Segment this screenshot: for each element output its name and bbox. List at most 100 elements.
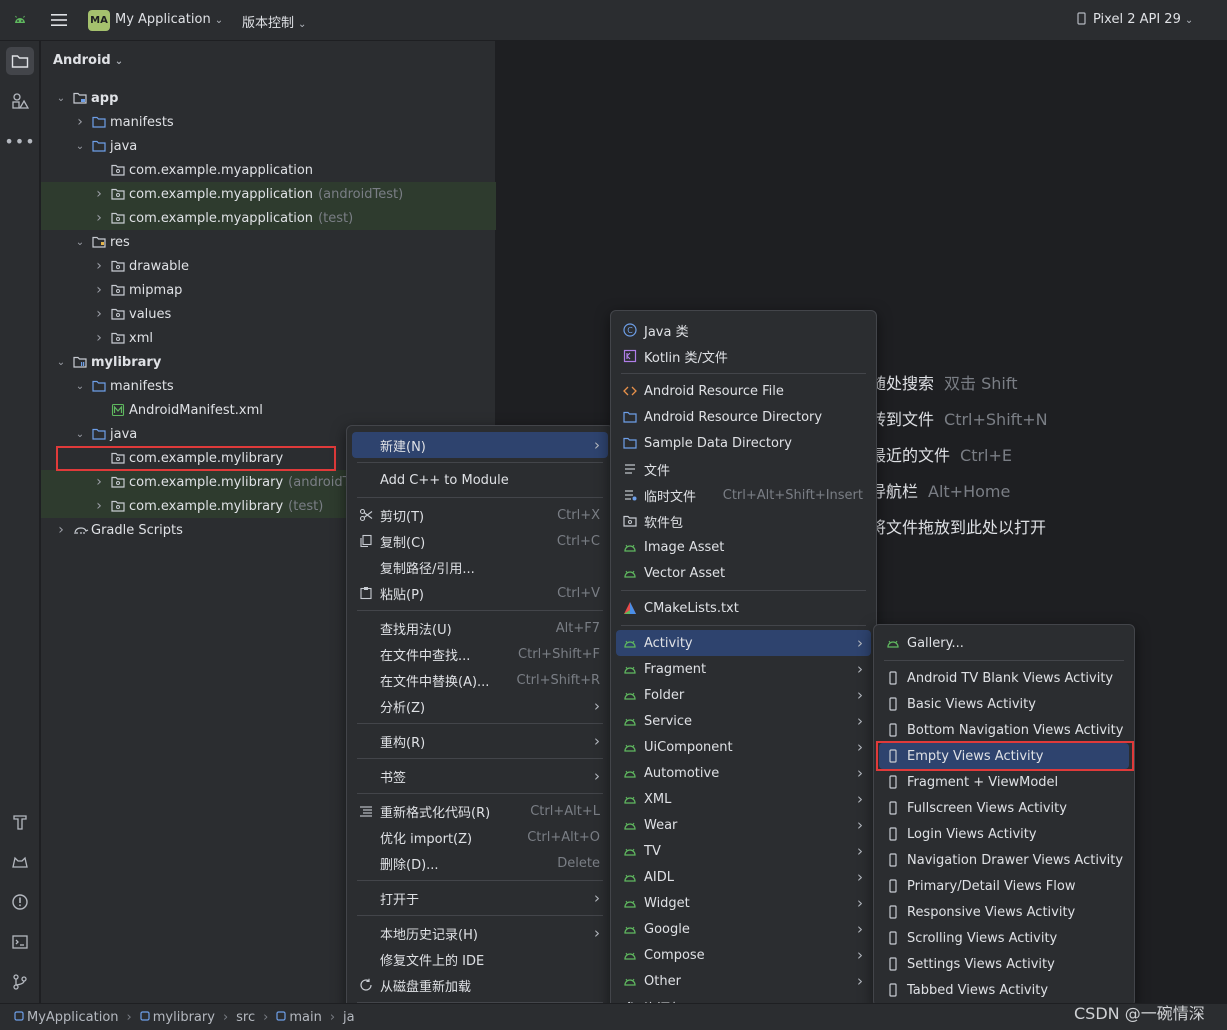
menu-item[interactable]: Add C++ to Module [352,467,608,493]
menu-item[interactable]: Sample Data Directory [616,430,871,456]
chevron-right-icon[interactable]: › [93,258,105,274]
chevron-right-icon[interactable]: › [93,282,105,298]
tree-item[interactable]: ⌄ mylibrary [41,350,496,374]
terminal-tool-button[interactable] [6,928,34,956]
chevron-down-icon[interactable]: ⌄ [74,141,86,152]
menu-item[interactable]: 书签 › [352,763,608,789]
tree-item[interactable]: ⌄ java [41,134,496,158]
tree-item[interactable]: › drawable [41,254,496,278]
menu-item[interactable]: Settings Views Activity [879,951,1129,977]
tree-item[interactable]: ⌄ res [41,230,496,254]
menu-item[interactable]: Fullscreen Views Activity [879,795,1129,821]
chevron-down-icon[interactable]: ⌄ [55,93,67,104]
tree-item[interactable]: ⌄ manifests [41,374,496,398]
menu-item[interactable]: Compose › [616,942,871,968]
menu-item[interactable]: UiComponent › [616,734,871,760]
menu-item[interactable]: CMakeLists.txt [616,595,871,621]
chevron-right-icon[interactable]: › [93,474,105,490]
tree-item[interactable]: › xml [41,326,496,350]
tree-item[interactable]: › com.example.myapplication (androidTest) [41,182,496,206]
menu-item[interactable]: Other › [616,968,871,994]
menu-item[interactable]: 复制路径/引用... [352,554,608,580]
menu-item[interactable]: Gallery... [879,630,1129,656]
menu-item[interactable]: Scrolling Views Activity [879,925,1129,951]
menu-item[interactable]: Activity › [616,630,871,656]
menu-item[interactable]: 在文件中替换(A)... Ctrl+Shift+R [352,667,608,693]
menu-item[interactable]: Vector Asset [616,560,871,586]
problems-tool-button[interactable] [6,888,34,916]
menu-item[interactable]: 修复文件上的 IDE [352,946,608,972]
menu-item[interactable]: Image Asset [616,534,871,560]
menu-item[interactable]: Android Resource File [616,378,871,404]
menu-item[interactable]: 本地历史记录(H) › [352,920,608,946]
git-tool-button[interactable] [6,968,34,996]
menu-item[interactable]: Fragment + ViewModel [879,769,1129,795]
menu-item[interactable]: 在文件中查找... Ctrl+Shift+F [352,641,608,667]
chevron-right-icon[interactable]: › [93,186,105,202]
tree-item[interactable]: com.example.myapplication [41,158,496,182]
tree-item[interactable]: › com.example.myapplication (test) [41,206,496,230]
menu-item[interactable]: 从磁盘重新加载 [352,972,608,998]
menu-item[interactable]: Basic Views Activity [879,691,1129,717]
menu-item[interactable]: 优化 import(Z) Ctrl+Alt+O [352,824,608,850]
tree-item[interactable]: › mipmap [41,278,496,302]
menu-item[interactable]: Bottom Navigation Views Activity [879,717,1129,743]
menu-item[interactable]: 删除(D)... Delete [352,850,608,876]
menu-item[interactable]: 新建(N) › [352,432,608,458]
menu-item[interactable]: 文件 [616,456,871,482]
breadcrumb-item[interactable]: mylibrary [153,1010,215,1025]
menu-item[interactable]: Wear › [616,812,871,838]
menu-item[interactable]: 重构(R) › [352,728,608,754]
menu-item[interactable]: 临时文件 Ctrl+Alt+Shift+Insert [616,482,871,508]
build-tool-button[interactable] [6,808,34,836]
breadcrumb-item[interactable]: MyApplication [27,1010,119,1025]
chevron-right-icon[interactable]: › [93,306,105,322]
chevron-right-icon[interactable]: › [55,522,67,538]
menu-item[interactable]: C Java 类 [616,317,871,343]
menu-item[interactable]: Android TV Blank Views Activity [879,665,1129,691]
menu-item[interactable]: 粘贴(P) Ctrl+V [352,580,608,606]
breadcrumb-item[interactable]: src [236,1010,255,1025]
project-badge[interactable]: MA [88,10,110,31]
device-selector[interactable]: Pixel 2 API 29 ⌄ [1076,12,1193,27]
menu-item[interactable]: Fragment › [616,656,871,682]
project-tool-button[interactable] [6,47,34,75]
resource-manager-button[interactable] [6,87,34,115]
menu-item[interactable]: Primary/Detail Views Flow [879,873,1129,899]
tree-item[interactable]: ⌄ app [41,86,496,110]
chevron-down-icon[interactable]: ⌄ [55,357,67,368]
tree-item[interactable]: › manifests [41,110,496,134]
chevron-right-icon[interactable]: › [93,210,105,226]
menu-item[interactable]: 软件包 [616,508,871,534]
menu-item[interactable]: 剪切(T) Ctrl+X [352,502,608,528]
chevron-down-icon[interactable]: ⌄ [74,429,86,440]
chevron-down-icon[interactable]: ⌄ [74,237,86,248]
chevron-right-icon[interactable]: › [74,114,86,130]
menu-item[interactable]: XML › [616,786,871,812]
menu-item[interactable]: Login Views Activity [879,821,1129,847]
menu-item[interactable]: 打开于 › [352,885,608,911]
menu-item[interactable]: 查找用法(U) Alt+F7 [352,615,608,641]
vcs-menu[interactable]: 版本控制 ⌄ [242,12,306,31]
chevron-right-icon[interactable]: › [93,498,105,514]
menu-item[interactable]: Kotlin 类/文件 [616,343,871,369]
breadcrumb-item[interactable]: main [289,1010,321,1025]
chevron-right-icon[interactable]: › [93,330,105,346]
menu-item[interactable]: Google › [616,916,871,942]
chevron-down-icon[interactable]: ⌄ [74,381,86,392]
menu-item[interactable]: 重新格式化代码(R) Ctrl+Alt+L [352,798,608,824]
tree-item[interactable]: › values [41,302,496,326]
logcat-tool-button[interactable] [6,848,34,876]
menu-item[interactable]: Widget › [616,890,871,916]
more-tools-button[interactable]: ••• [4,127,34,155]
menu-item[interactable]: Service › [616,708,871,734]
menu-item[interactable]: TV › [616,838,871,864]
project-selector[interactable]: My Application ⌄ [115,12,223,27]
project-view-selector[interactable]: Android ⌄ [53,53,123,68]
menu-item[interactable]: AIDL › [616,864,871,890]
menu-item[interactable]: 复制(C) Ctrl+C [352,528,608,554]
menu-item[interactable]: Responsive Views Activity [879,899,1129,925]
main-menu-icon[interactable] [50,12,68,28]
tree-item[interactable]: AndroidManifest.xml [41,398,496,422]
menu-item[interactable]: 分析(Z) › [352,693,608,719]
